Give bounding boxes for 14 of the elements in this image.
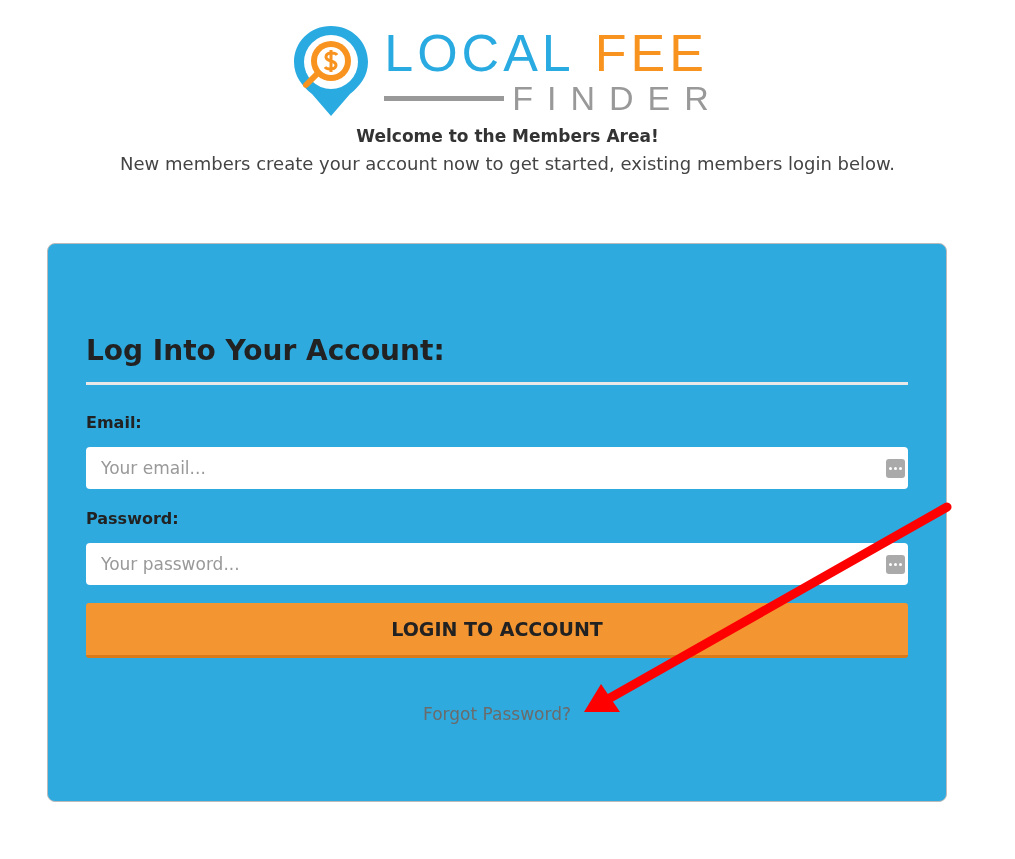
input-field[interactable]: Your email... xyxy=(86,447,908,489)
welcome-title: Welcome to the Members Area! xyxy=(356,125,659,148)
field-label: Email: xyxy=(86,412,143,434)
input-field[interactable]: Your password... xyxy=(86,543,908,585)
password-manager-icon[interactable] xyxy=(886,459,905,478)
login-button[interactable]: LOGIN TO ACCOUNT xyxy=(86,603,908,658)
logo-text: LOCAL xyxy=(384,27,575,79)
logo-text: FEE xyxy=(594,27,708,79)
field-label: Password: xyxy=(86,508,180,530)
password-manager-icon[interactable] xyxy=(886,555,905,574)
logo-text: FINDER xyxy=(512,81,723,115)
welcome-subtitle: New members create your account now to get started, existing members login below. xyxy=(120,151,895,176)
card-heading: Log Into Your Account: xyxy=(86,330,908,385)
map-pin-dollar-icon xyxy=(292,24,371,118)
